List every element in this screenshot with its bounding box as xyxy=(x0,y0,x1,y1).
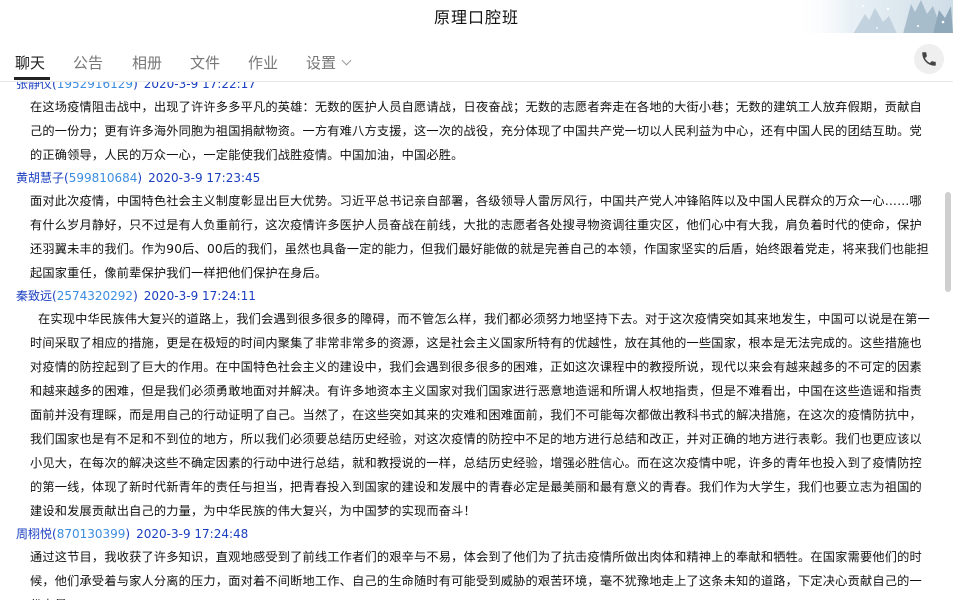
tab-homework[interactable]: 作业 xyxy=(248,52,278,73)
voice-call-button[interactable] xyxy=(914,44,944,74)
tab-files[interactable]: 文件 xyxy=(190,52,220,73)
chat-scrollbar[interactable] xyxy=(943,82,953,600)
sender-name[interactable]: 黄胡慧子 xyxy=(16,171,64,185)
sender-qq-link[interactable]: 2574320292 xyxy=(57,289,133,303)
message-text: 在实现中华民族伟大复兴的道路上，我们会遇到很多很多的障碍，而不管怎么样，我们都必… xyxy=(30,312,930,518)
active-tab-indicator xyxy=(14,77,50,80)
message-header: 黄胡慧子(599810684) 2020-3-9 17:23:45 xyxy=(16,171,261,185)
scrollbar-thumb[interactable] xyxy=(945,192,951,292)
message-item: 秦致远(2574320292) 2020-3-9 17:24:11 在实现中华民族… xyxy=(0,287,943,523)
message-time: 2020-3-9 17:22:17 xyxy=(143,82,256,91)
message-text: 在这场疫情阻击战中，出现了许许多多平凡的英雄：无数的医护人员自愿请战，日夜奋战；… xyxy=(30,100,922,162)
message-text: 通过这节目，我收获了许多知识，直观地感受到了前线工作者们的艰辛与不易，体会到了他… xyxy=(30,550,922,600)
tab-announcement[interactable]: 公告 xyxy=(73,52,103,73)
sender-name[interactable]: 张静仪 xyxy=(16,82,52,91)
message-header: 秦致远(2574320292) 2020-3-9 17:24:11 xyxy=(16,289,256,303)
tab-settings[interactable]: 设置 xyxy=(306,52,352,73)
phone-icon xyxy=(922,52,936,66)
chat-message-list[interactable]: 张静仪(1952916129) 2020-3-9 17:22:17 在这场疫情阻击… xyxy=(0,82,943,600)
sender-qq-link[interactable]: 599810684 xyxy=(69,171,138,185)
message-item: 张静仪(1952916129) 2020-3-9 17:22:17 在这场疫情阻击… xyxy=(0,82,943,167)
chevron-down-icon xyxy=(341,55,352,66)
message-text: 面对此次疫情，中国特色社会主义制度彰显出巨大优势。习近平总书记亲自部署，各级领导… xyxy=(30,194,929,280)
sender-qq-link[interactable]: 1952916129 xyxy=(57,82,133,91)
message-time: 2020-3-9 17:24:11 xyxy=(143,289,256,303)
tab-bar: 聊天 公告 相册 文件 作业 设置 xyxy=(0,33,953,81)
sender-name[interactable]: 秦致远 xyxy=(16,289,52,303)
message-item: 周栩悦(870130399) 2020-3-9 17:24:48 通过这节目，我收… xyxy=(0,525,943,600)
message-header: 周栩悦(870130399) 2020-3-9 17:24:48 xyxy=(16,527,249,541)
chat-message-list-content: 张静仪(1952916129) 2020-3-9 17:22:17 在这场疫情阻击… xyxy=(0,82,943,600)
sender-name[interactable]: 周栩悦 xyxy=(16,527,52,541)
tab-chat[interactable]: 聊天 xyxy=(15,52,45,73)
title-bar: 原理口腔班 xyxy=(0,0,953,34)
sender-qq-link[interactable]: 870130399 xyxy=(57,527,126,541)
group-chat-window: 原理口腔班 聊天 公告 相册 文件 作业 设置 张静仪(1952916129) … xyxy=(0,0,953,600)
tab-album[interactable]: 相册 xyxy=(132,52,162,73)
tab-settings-label: 设置 xyxy=(306,54,337,72)
message-header: 张静仪(1952916129) 2020-3-9 17:22:17 xyxy=(0,82,943,93)
winter-scene-decoration xyxy=(793,0,953,34)
message-time: 2020-3-9 17:24:48 xyxy=(136,527,249,541)
message-item: 黄胡慧子(599810684) 2020-3-9 17:23:45 面对此次疫情，… xyxy=(0,169,943,285)
message-time: 2020-3-9 17:23:45 xyxy=(148,171,261,185)
